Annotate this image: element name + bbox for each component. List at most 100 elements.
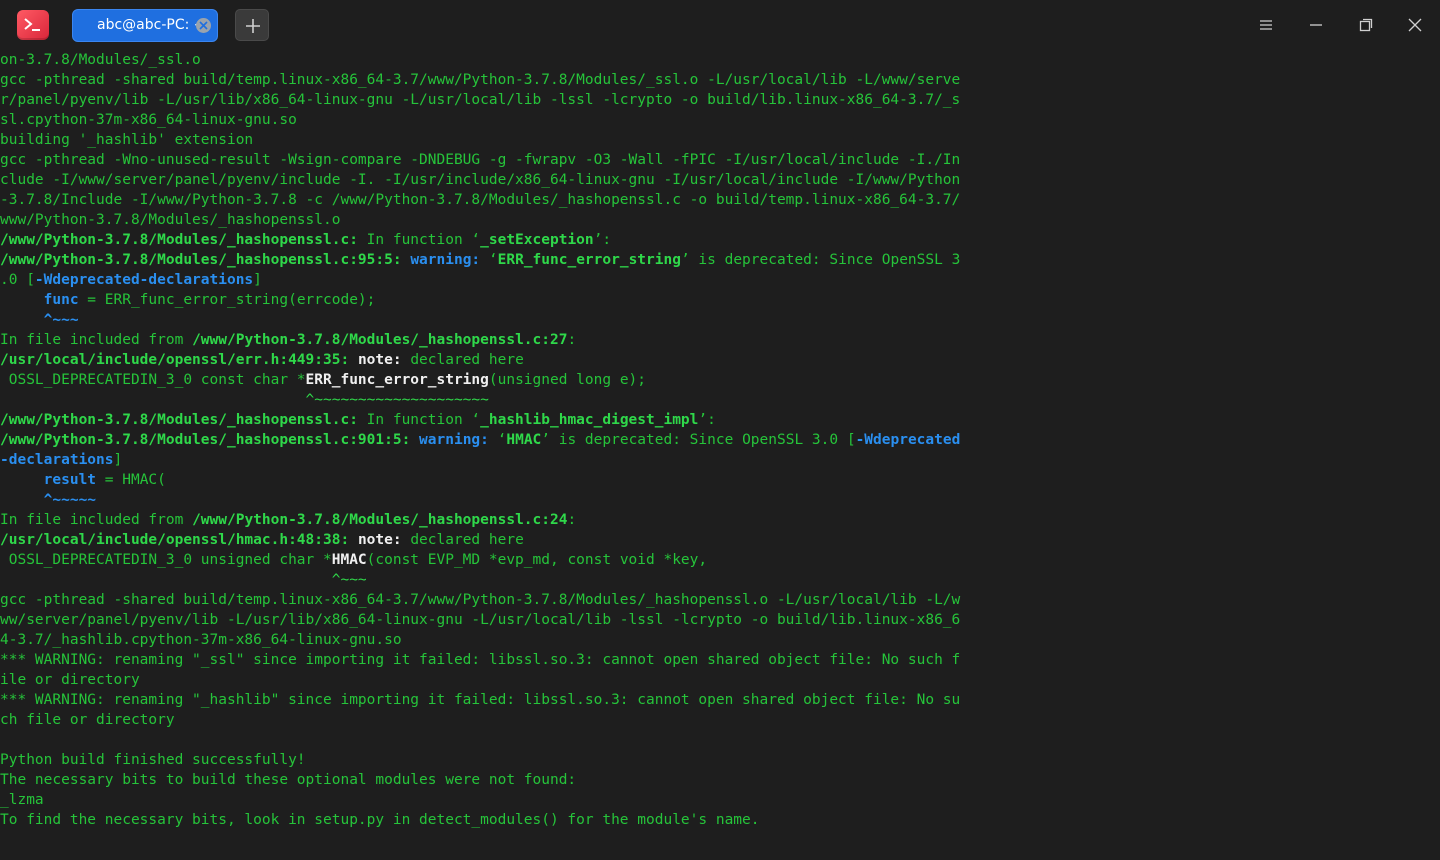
terminal-line: on-3.7.8/Modules/_ssl.o (0, 52, 201, 68)
message-text: .0 [ (0, 272, 35, 288)
terminal-line: OSSL_DEPRECATEDIN_3_0 unsigned char *HMA… (0, 550, 707, 570)
tab-active-terminal[interactable]: abc@abc-PC: ~ (72, 9, 218, 42)
symbol-name: ERR_func_error_string (497, 252, 681, 268)
terminal-line: ch file or directory (0, 712, 175, 728)
note-label: note: (357, 532, 402, 548)
terminal-line: r/panel/pyenv/lib -L/usr/lib/x86_64-linu… (0, 92, 961, 108)
message-text: In function ‘ (357, 412, 481, 428)
terminal-line: Python build finished successfully! (0, 752, 306, 768)
terminal-line: /www/Python-3.7.8/Modules/_hashopenssl.c… (0, 410, 716, 430)
function-name: _hashlib_hmac_digest_impl (480, 412, 699, 428)
message-text: In function ‘ (357, 232, 481, 248)
close-window-button[interactable] (1403, 13, 1427, 37)
plus-icon (246, 19, 260, 33)
terminal-line: 4-3.7/_hashlib.cpython-37m-x86_64-linux-… (0, 632, 402, 648)
file-path: /www/Python-3.7.8/Modules/_hashopenssl.c… (192, 512, 568, 528)
maximize-icon (1359, 18, 1373, 32)
file-path: /www/Python-3.7.8/Modules/_hashopenssl.c… (0, 432, 411, 448)
terminal-line: clude -I/www/server/panel/pyenv/include … (0, 172, 961, 188)
terminal-line: /usr/local/include/openssl/hmac.h:48:38:… (0, 530, 524, 550)
terminal-line: .0 [-Wdeprecated-declarations] (0, 270, 262, 290)
terminal-line: In file included from /www/Python-3.7.8/… (0, 330, 576, 350)
caret-marker: ^~~~~~ (43, 492, 97, 508)
close-icon (1408, 18, 1422, 32)
note-label: note: (357, 352, 402, 368)
file-path: /usr/local/include/openssl/hmac.h:48:38: (0, 532, 350, 548)
code-text: (unsigned long e); (488, 372, 647, 388)
message-text: ‘ (488, 432, 507, 448)
message-text: ] (113, 452, 123, 468)
symbol-name: ERR_func_error_string (305, 372, 489, 388)
terminal-line: /www/Python-3.7.8/Modules/_hashopenssl.c… (0, 250, 960, 270)
symbol-name: HMAC (506, 432, 542, 448)
function-name: _setException (480, 232, 594, 248)
caret-marker: ^~~~~~~~~~~~~~~~~~~~~ (305, 392, 489, 408)
caret-marker: ^~~~ (331, 572, 367, 588)
terminal-line: /usr/local/include/openssl/err.h:449:35:… (0, 350, 524, 370)
terminal-line: *** WARNING: renaming "_ssl" since impor… (0, 652, 961, 668)
terminal-line: *** WARNING: renaming "_hashlib" since i… (0, 692, 961, 708)
warning-label: warning: (419, 432, 489, 448)
terminal-line: /www/Python-3.7.8/Modules/_hashopenssl.c… (0, 230, 611, 250)
terminal-line: ^~~~ (0, 570, 367, 590)
menu-button[interactable] (1254, 13, 1278, 37)
file-path: /www/Python-3.7.8/Modules/_hashopenssl.c… (0, 252, 402, 268)
message-text: : (567, 332, 577, 348)
terminal-line: ^~~~~~ (0, 490, 96, 510)
message-text: ’: (698, 412, 716, 428)
code-text: OSSL_DEPRECATEDIN_3_0 unsigned char * (0, 552, 332, 568)
terminal-line: building '_hashlib' extension (0, 132, 254, 148)
message-text: declared here (401, 352, 524, 368)
message-text: ’ is deprecated: Since OpenSSL 3 (680, 252, 961, 268)
file-path: /www/Python-3.7.8/Modules/_hashopenssl.c… (0, 232, 358, 248)
minimize-icon (1310, 24, 1322, 26)
message-text: ’ is deprecated: Since OpenSSL 3.0 [ (541, 432, 856, 448)
maximize-button[interactable] (1354, 13, 1378, 37)
code-token: func (43, 292, 79, 308)
terminal-output[interactable]: on-3.7.8/Modules/_ssl.o gcc -pthread -sh… (0, 50, 1440, 860)
code-text: OSSL_DEPRECATEDIN_3_0 const char * (0, 372, 306, 388)
message-text: ’: (593, 232, 612, 248)
message-text: In file included from (0, 332, 193, 348)
message-text: : (567, 512, 577, 528)
terminal-line: gcc -pthread -shared build/temp.linux-x8… (0, 592, 961, 608)
terminal-line: OSSL_DEPRECATEDIN_3_0 const char *ERR_fu… (0, 370, 646, 390)
terminal-line: -3.7.8/Include -I/www/Python-3.7.8 -c /w… (0, 192, 961, 208)
message-text: ] (253, 272, 262, 288)
terminal-line: -declarations] (0, 450, 122, 470)
terminal-line: ile or directory (0, 672, 140, 688)
hamburger-menu-icon (1260, 20, 1272, 30)
caret-marker: ^~~~ (43, 312, 79, 328)
warning-flag: -Wdeprecated-declarations (34, 272, 254, 288)
message-text: ‘ (480, 252, 498, 268)
code-text: = ERR_func_error_string(errcode); (78, 292, 376, 308)
code-token: result (43, 472, 97, 488)
terminal-line: ww/server/panel/pyenv/lib -L/usr/lib/x86… (0, 612, 961, 628)
new-tab-button[interactable] (235, 9, 269, 41)
warning-flag: -Wdeprecated (855, 432, 961, 448)
tab-close-icon[interactable] (196, 18, 211, 33)
warning-label: warning: (410, 252, 481, 268)
code-text: = HMAC( (96, 472, 166, 488)
message-text: declared here (401, 532, 524, 548)
warning-flag: -declarations (0, 452, 114, 468)
code-text: (const EVP_MD *evp_md, const void *key, (366, 552, 708, 568)
file-path: /usr/local/include/openssl/err.h:449:35: (0, 352, 350, 368)
terminal-line: gcc -pthread -Wno-unused-result -Wsign-c… (0, 152, 961, 168)
terminal-line: In file included from /www/Python-3.7.8/… (0, 510, 576, 530)
symbol-name: HMAC (331, 552, 367, 568)
terminal-app-icon[interactable] (17, 10, 49, 40)
terminal-line: gcc -pthread -shared build/temp.linux-x8… (0, 72, 961, 88)
terminal-line: To find the necessary bits, look in setu… (0, 812, 760, 828)
minimize-button[interactable] (1304, 13, 1328, 37)
